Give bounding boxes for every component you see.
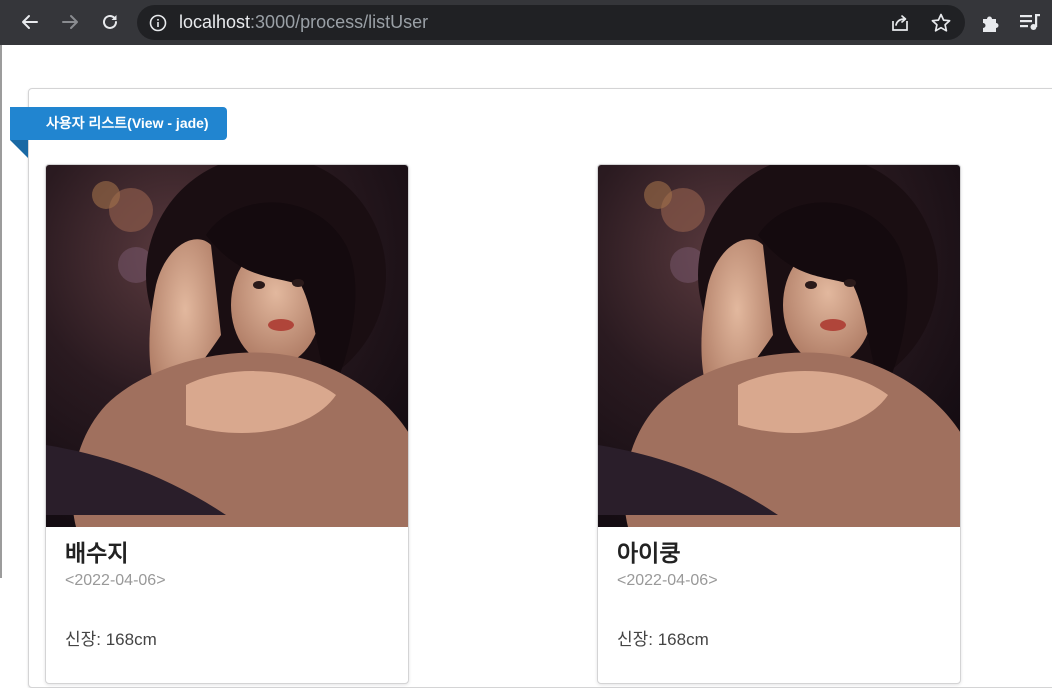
user-height: 신장: 168cm xyxy=(65,630,157,649)
page-border xyxy=(0,45,2,578)
url-host: localhost xyxy=(179,12,251,32)
user-photo xyxy=(598,165,960,527)
reload-button[interactable] xyxy=(95,7,125,37)
portrait-image xyxy=(598,165,960,527)
portrait-image xyxy=(46,165,408,527)
browser-toolbar: localhost:3000/process/listUser xyxy=(0,0,1052,45)
user-card[interactable]: 배수지 <2022-04-06> 신장: 168cm xyxy=(45,164,409,684)
star-icon[interactable] xyxy=(930,12,952,34)
user-height: 신장: 168cm xyxy=(617,630,709,649)
extensions-icon[interactable] xyxy=(980,11,1002,33)
forward-button[interactable] xyxy=(55,7,85,37)
arrow-right-icon xyxy=(62,15,78,29)
url-text[interactable]: localhost:3000/process/listUser xyxy=(179,12,428,32)
reload-icon xyxy=(103,14,117,29)
info-icon[interactable] xyxy=(149,14,167,32)
user-date: <2022-04-06> xyxy=(617,572,718,589)
user-card[interactable]: 아이쿵 <2022-04-06> 신장: 168cm xyxy=(597,164,961,684)
arrow-left-icon xyxy=(22,15,38,29)
address-bar[interactable]: localhost:3000/process/listUser xyxy=(137,5,965,40)
ribbon-label: 사용자 리스트(View - jade) xyxy=(10,107,227,140)
url-path: :3000/process/listUser xyxy=(250,12,429,32)
ribbon-tail xyxy=(10,140,28,158)
media-control-icon[interactable] xyxy=(1018,11,1042,33)
user-date: <2022-04-06> xyxy=(65,572,166,589)
user-name: 아이쿵 xyxy=(617,541,681,567)
share-icon[interactable] xyxy=(889,12,911,34)
page-content: 사용자 리스트(View - jade) 배수지 <2022-04-06> 신장… xyxy=(0,45,1052,688)
back-button[interactable] xyxy=(15,7,45,37)
user-photo xyxy=(46,165,408,527)
user-name: 배수지 xyxy=(65,541,129,567)
